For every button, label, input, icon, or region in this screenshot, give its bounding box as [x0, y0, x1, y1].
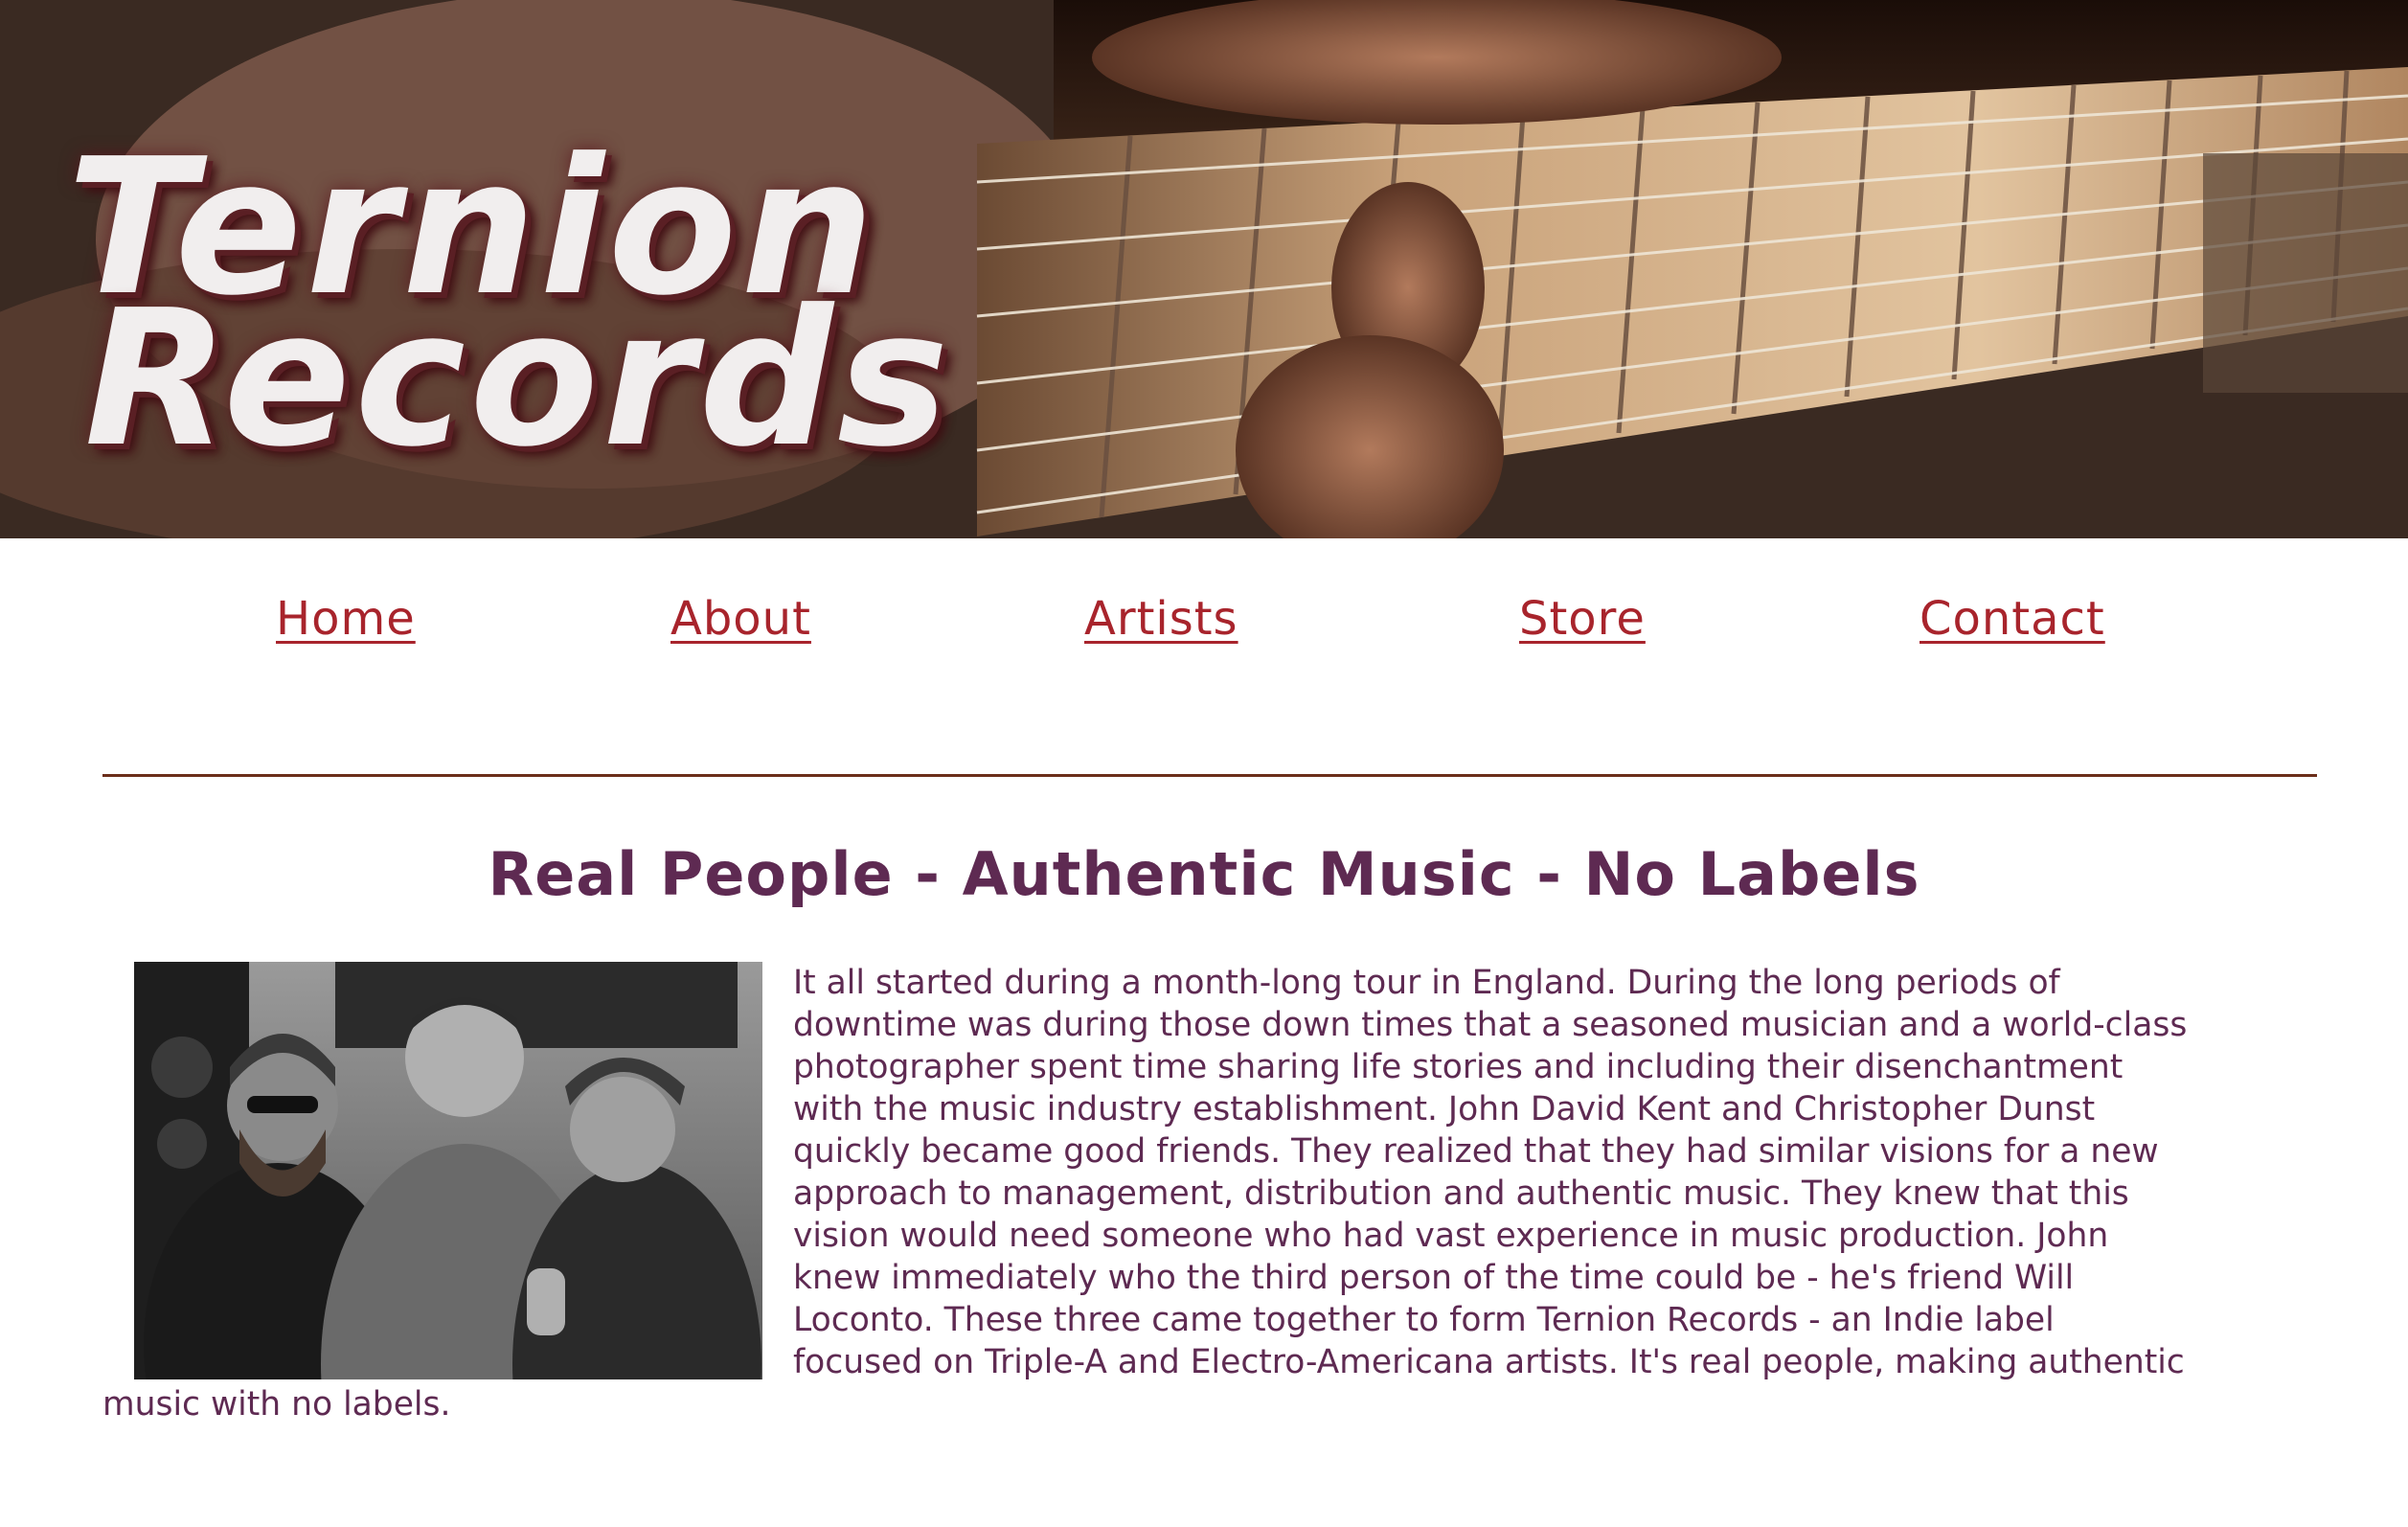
section-divider [102, 774, 2317, 777]
about-section: It all started during a month-long tour … [102, 962, 2191, 1441]
logo-line-2: Records [84, 270, 953, 489]
band-photo-image [134, 962, 762, 1379]
nav-link-about[interactable]: About [670, 592, 811, 646]
nav-link-contact[interactable]: Contact [1920, 592, 2105, 646]
main-nav: Home About Artists Store Contact [0, 575, 2408, 671]
band-photo [134, 962, 762, 1379]
nav-link-home[interactable]: Home [276, 592, 416, 646]
nav-link-artists[interactable]: Artists [1084, 592, 1238, 646]
nav-link-store[interactable]: Store [1519, 592, 1646, 646]
page-headline: Real People - Authentic Music - No Label… [488, 839, 1920, 909]
header-banner: Ternion Records [0, 0, 2408, 538]
page: Ternion Records Home About Artists Store… [0, 0, 2408, 1527]
